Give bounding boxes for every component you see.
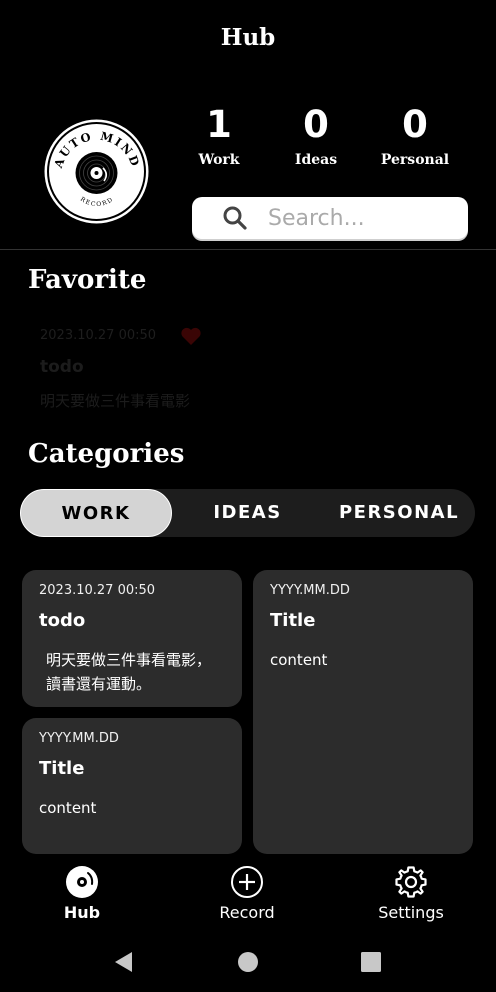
tab-personal[interactable]: PERSONAL: [323, 489, 475, 537]
header-divider: [0, 249, 496, 250]
search-icon: [223, 206, 247, 230]
note-card-content: content: [270, 651, 328, 669]
note-card[interactable]: 2023.10.27 00:50 todo 明天要做三件事看電影， 讀書還有運動…: [22, 570, 242, 707]
nav-record[interactable]: Record: [187, 865, 307, 922]
favorite-card-date: 2023.10.27 00:50: [40, 328, 157, 343]
stat-ideas: 0 Ideas: [271, 102, 361, 168]
note-card-content-line: 明天要做三件事看電影，: [46, 651, 212, 669]
nav-record-label: Record: [219, 903, 275, 922]
stat-ideas-label: Ideas: [294, 152, 338, 168]
search-input[interactable]: [268, 202, 453, 234]
favorite-card-content: 明天要做三件事看電影: [40, 392, 191, 410]
nav-hub-label: Hub: [63, 903, 101, 922]
recents-icon[interactable]: [359, 950, 383, 974]
note-card-title: Title: [39, 758, 85, 779]
vinyl-record-icon: [66, 866, 98, 898]
note-card-title: Title: [270, 610, 316, 631]
stat-ideas-count: 0: [303, 103, 329, 146]
categories-title: Categories: [28, 439, 185, 469]
note-card-date: YYYY.MM.DD: [270, 583, 350, 598]
tab-ideas[interactable]: IDEAS: [172, 489, 323, 537]
note-card[interactable]: YYYY.MM.DD Title content: [22, 718, 242, 854]
note-card-date: 2023.10.27 00:50: [39, 583, 156, 598]
favorite-card[interactable]: 2023.10.27 00:50 todo 明天要做三件事看電影: [22, 318, 242, 418]
favorite-card-title: todo: [40, 357, 84, 377]
stat-personal: 0 Personal: [370, 102, 460, 168]
favorite-title: Favorite: [28, 265, 147, 295]
plus-circle-icon: [231, 866, 263, 898]
stat-work-label: Work: [198, 152, 240, 168]
note-card[interactable]: YYYY.MM.DD Title content: [253, 570, 473, 854]
back-icon[interactable]: [112, 950, 136, 974]
note-card-date: YYYY.MM.DD: [39, 731, 119, 746]
auto-mind-logo: AUTO MIND RECORD: [44, 119, 149, 224]
stat-work-count: 1: [206, 103, 232, 146]
heart-icon[interactable]: [180, 326, 202, 346]
stat-personal-count: 0: [402, 103, 428, 146]
category-tabs: WORK IDEAS PERSONAL: [20, 489, 475, 537]
stat-work: 1 Work: [174, 102, 264, 168]
search-bar[interactable]: [192, 197, 468, 239]
tab-work[interactable]: WORK: [20, 489, 172, 537]
note-card-content: content: [39, 799, 97, 817]
page-title: Hub: [220, 24, 276, 51]
note-card-content: 明天要做三件事看電影， 讀書還有運動。: [46, 648, 211, 696]
nav-settings-label: Settings: [378, 903, 444, 922]
note-card-content-line: 讀書還有運動。: [46, 675, 152, 693]
home-icon[interactable]: [236, 950, 260, 974]
gear-icon: [395, 866, 427, 898]
note-card-title: todo: [39, 610, 86, 631]
nav-hub[interactable]: Hub: [22, 865, 142, 922]
stat-personal-label: Personal: [380, 152, 450, 168]
nav-settings[interactable]: Settings: [351, 865, 471, 922]
